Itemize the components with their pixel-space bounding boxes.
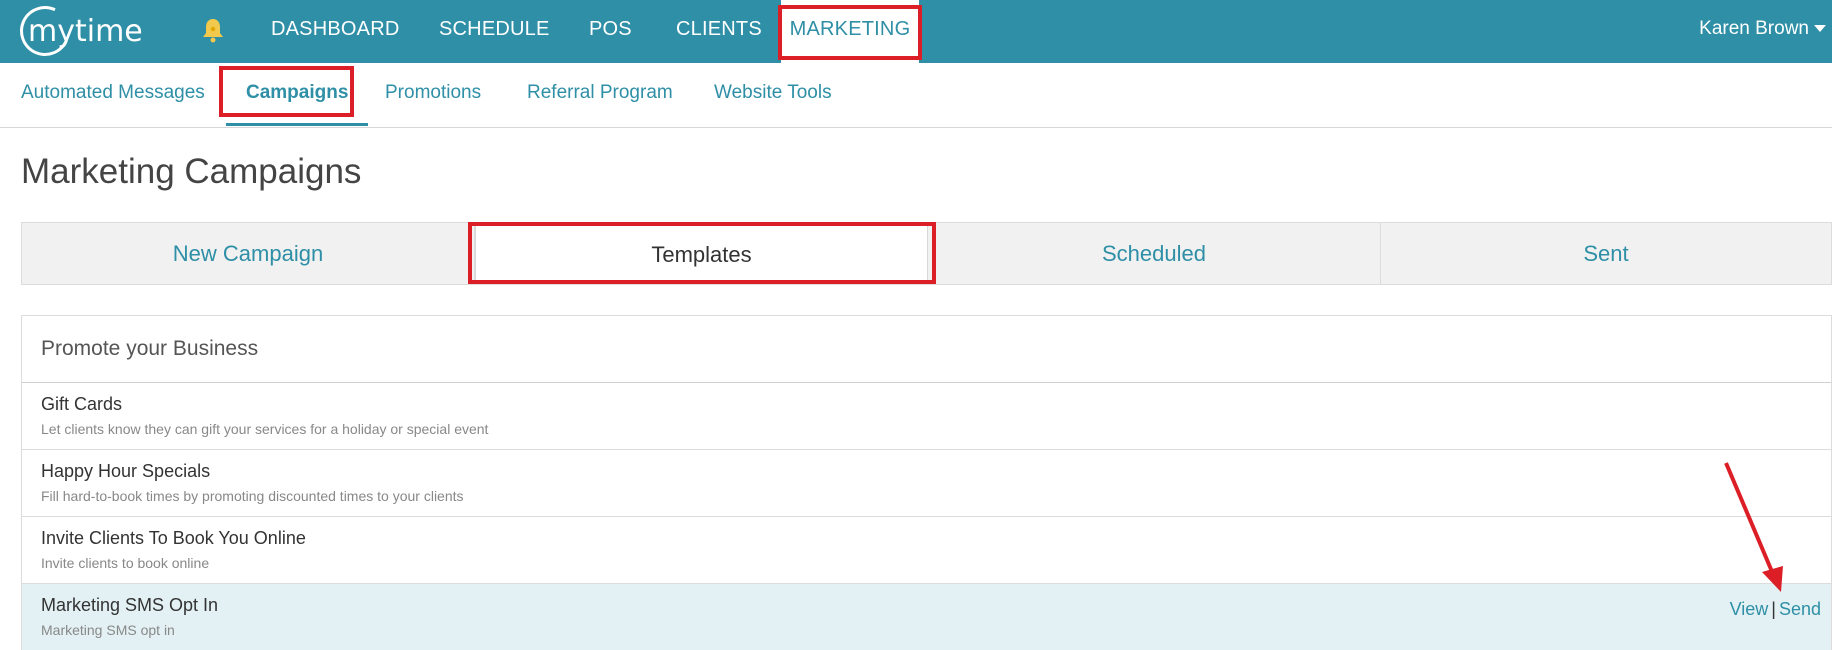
tab-templates[interactable]: Templates <box>475 223 928 284</box>
tab-new-campaign[interactable]: New Campaign <box>22 223 475 284</box>
nav-clients[interactable]: CLIENTS <box>676 0 762 63</box>
template-description: Marketing SMS opt in <box>41 622 175 638</box>
subnav-website-tools[interactable]: Website Tools <box>714 63 832 126</box>
template-title: Gift Cards <box>41 394 123 414</box>
top-navbar: mytime DASHBOARD SCHEDULE POS CLIENTS MA… <box>0 0 1832 64</box>
mytime-logo[interactable]: mytime <box>12 0 143 64</box>
nav-pos[interactable]: POS <box>589 0 632 63</box>
chevron-down-icon <box>1814 25 1826 33</box>
subnav-automated-messages[interactable]: Automated Messages <box>21 63 205 126</box>
template-row[interactable]: Invite Clients To Book You Online Invite… <box>22 517 1831 584</box>
template-row-selected[interactable]: Marketing SMS Opt In Marketing SMS opt i… <box>22 584 1831 650</box>
nav-dashboard[interactable]: DASHBOARD <box>271 0 400 63</box>
template-row[interactable]: Gift Cards Let clients know they can gif… <box>22 383 1831 450</box>
subnav-campaigns[interactable]: Campaigns <box>226 63 369 126</box>
template-description: Fill hard-to-book times by promoting dis… <box>41 488 464 504</box>
nav-schedule[interactable]: SCHEDULE <box>439 0 550 63</box>
action-separator: | <box>1771 599 1776 619</box>
template-title: Marketing SMS Opt In <box>41 595 219 615</box>
template-title: Happy Hour Specials <box>41 461 211 481</box>
logo-text: mytime <box>28 13 143 49</box>
user-name: Karen Brown <box>1699 18 1809 39</box>
tab-sent[interactable]: Sent <box>1381 223 1831 284</box>
bell-icon[interactable] <box>202 17 224 43</box>
template-description: Let clients know they can gift your serv… <box>41 421 489 437</box>
nav-marketing[interactable]: MARKETING <box>781 0 919 63</box>
campaign-tabs: New Campaign Templates Scheduled Sent <box>21 222 1832 285</box>
view-link[interactable]: View <box>1730 599 1769 619</box>
send-link[interactable]: Send <box>1779 599 1821 619</box>
page-title: Marketing Campaigns <box>21 152 362 191</box>
template-row[interactable]: Happy Hour Specials Fill hard-to-book ti… <box>22 450 1831 517</box>
row-actions: View | Send <box>1730 599 1821 620</box>
sub-navbar: Automated Messages Campaigns Promotions … <box>0 63 1832 128</box>
templates-panel: Promote your Business Gift Cards Let cli… <box>21 315 1832 650</box>
section-header: Promote your Business <box>22 316 1831 383</box>
user-menu[interactable]: Karen Brown <box>1699 0 1832 58</box>
subnav-promotions[interactable]: Promotions <box>385 63 481 126</box>
tab-scheduled[interactable]: Scheduled <box>928 223 1381 284</box>
template-title: Invite Clients To Book You Online <box>41 528 306 548</box>
subnav-referral-program[interactable]: Referral Program <box>527 63 673 126</box>
template-description: Invite clients to book online <box>41 555 210 571</box>
